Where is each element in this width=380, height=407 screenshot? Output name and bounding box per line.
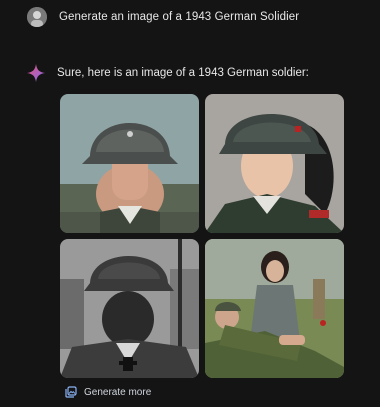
generated-image-3[interactable]: [60, 239, 199, 378]
assistant-message: Sure, here is an image of a 1943 German …: [27, 64, 309, 82]
user-message: Generate an image of a 1943 German Solid…: [27, 6, 299, 28]
user-avatar: [27, 7, 47, 27]
user-prompt-text: Generate an image of a 1943 German Solid…: [59, 11, 300, 23]
generated-image-2[interactable]: [205, 94, 344, 233]
generate-more-label: Generate more: [84, 386, 152, 398]
sparkle-icon: [27, 64, 45, 82]
generate-more-button[interactable]: Generate more: [65, 386, 151, 398]
generated-image-1[interactable]: [60, 94, 199, 233]
image-grid: [60, 94, 344, 380]
assistant-reply-text: Sure, here is an image of a 1943 German …: [57, 67, 309, 79]
images-icon: [65, 386, 77, 398]
generated-image-4[interactable]: [205, 239, 344, 378]
